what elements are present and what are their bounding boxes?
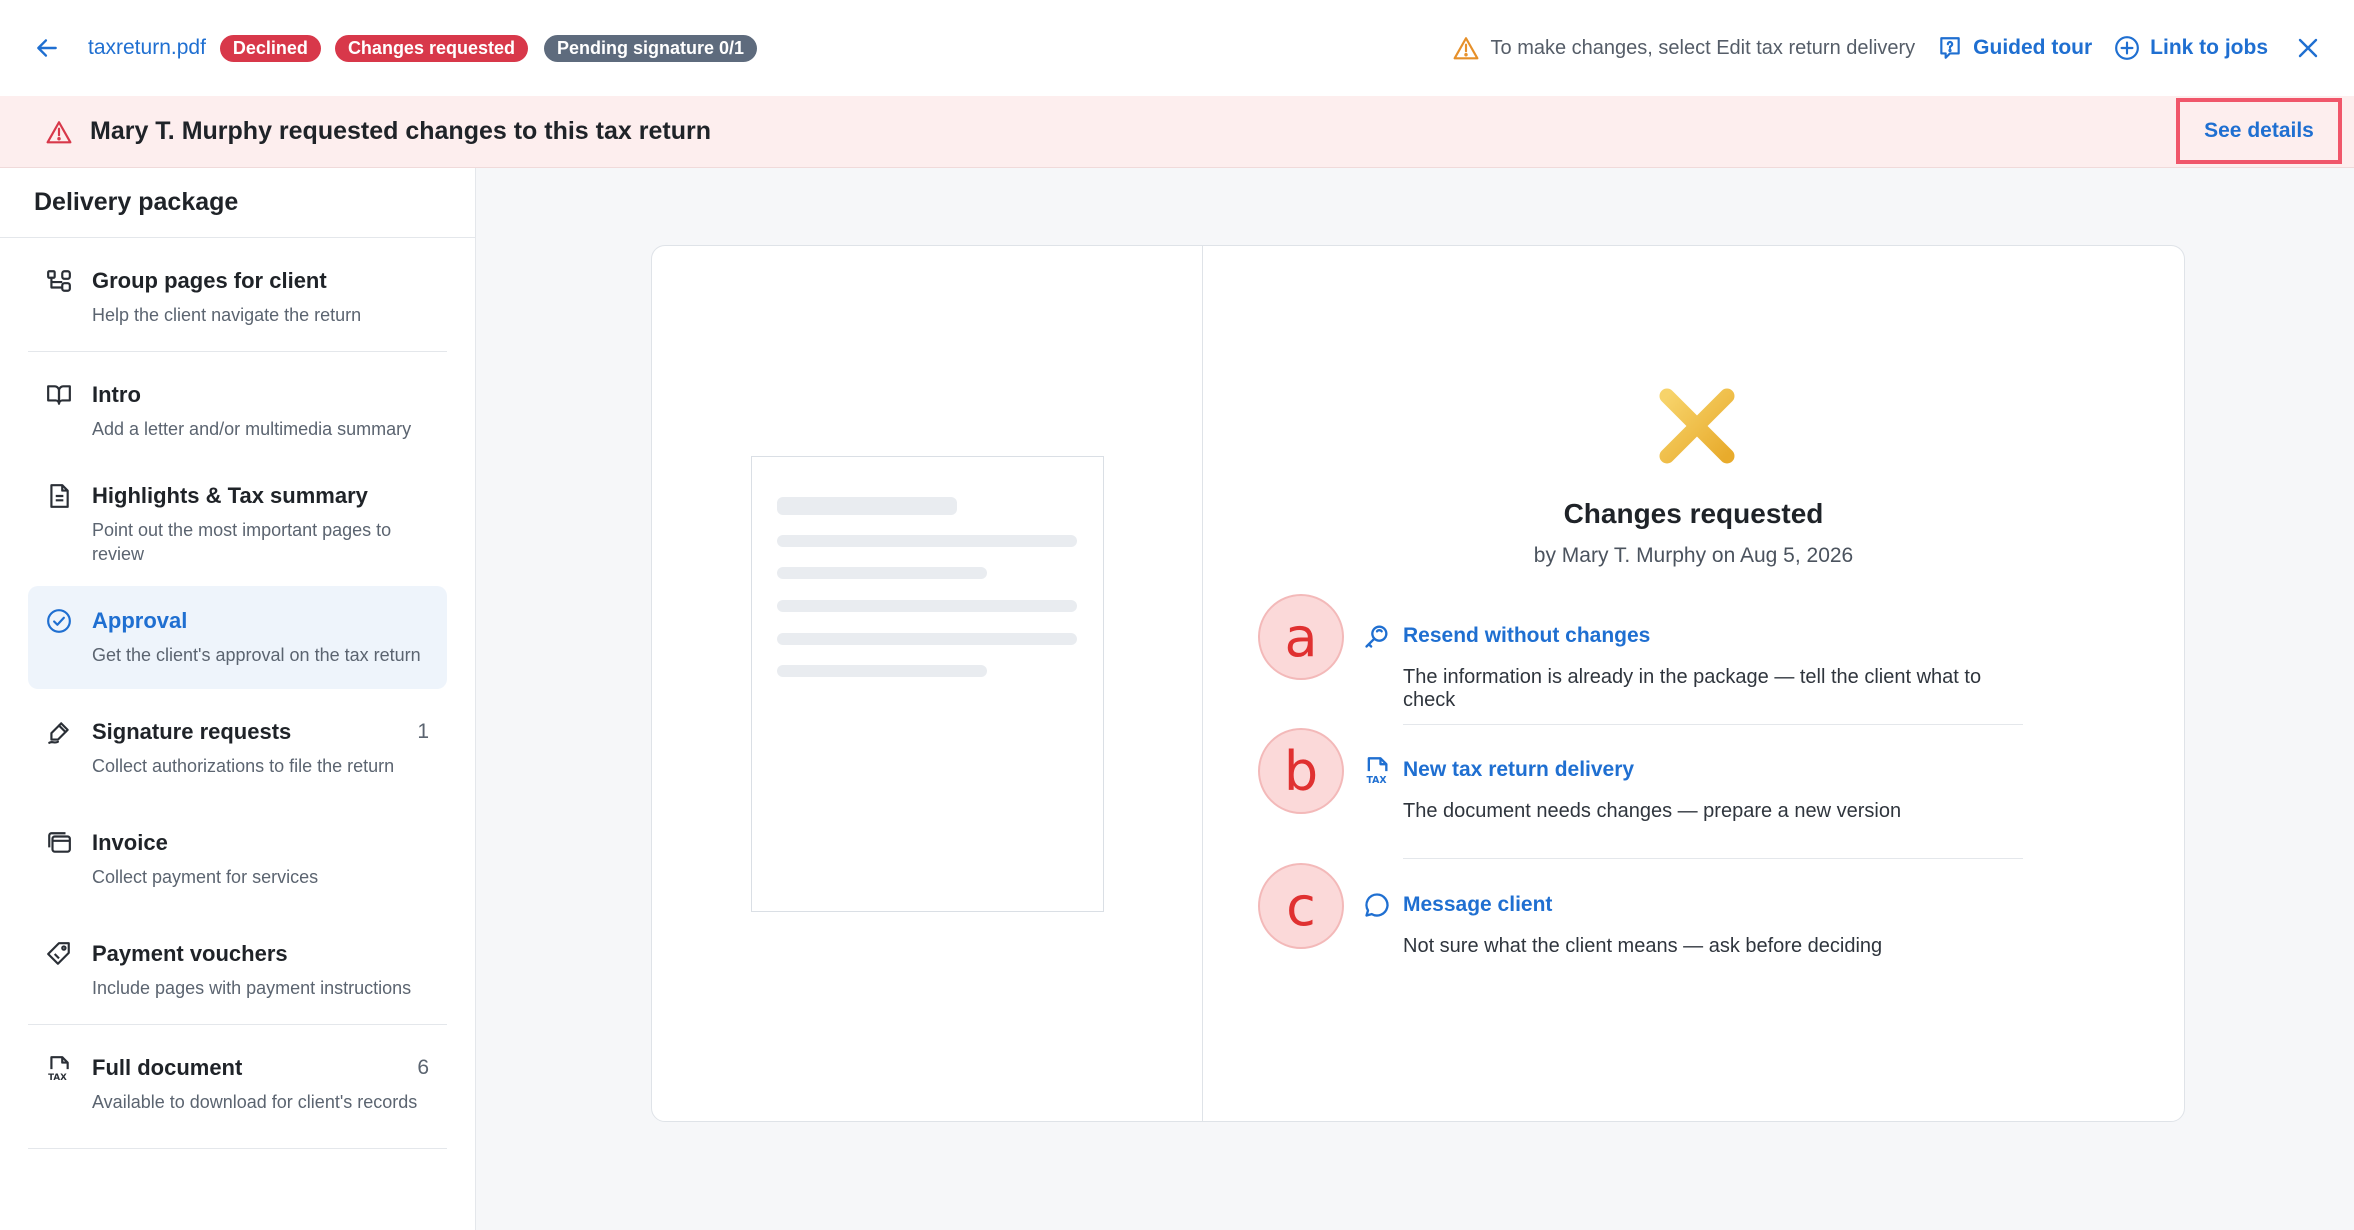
sidebar-item-label: Invoice [92,830,168,855]
approval-status-card: Changes requested by Mary T. Murphy on A… [651,245,2185,1122]
sidebar-item-desc: Add a letter and/or multimedia summary [92,419,412,439]
option-desc: Not sure what the client means — ask bef… [1403,935,1883,957]
edit-hint-text: To make changes, select Edit tax return … [1490,36,1916,59]
sidebar-item-desc: Get the client's approval on the tax ret… [92,645,421,665]
doc-placeholder-line [777,497,957,515]
option-desc: The information is already in the packag… [1403,666,1982,711]
sidebar-item-label: Group pages for client [92,268,327,293]
resend-key-icon [1363,622,1391,650]
sidebar-item-desc: Collect payment for services [92,867,319,887]
sidebar-item-label: Signature requests [92,719,292,744]
tax-document-icon: TAX [1363,756,1391,786]
guided-tour-icon [1940,37,1960,59]
status-pane: Changes requested by Mary T. Murphy on A… [1203,246,2184,1121]
link-to-jobs-button[interactable]: Link to jobs [2114,35,2268,61]
option-letter-a: a [1258,594,1344,680]
declined-x-icon [1657,386,1737,471]
edit-hint: To make changes, select Edit tax return … [1453,36,1916,60]
option-desc: The document needs changes — prepare a n… [1403,800,1902,822]
sidebar-item-invoice[interactable]: Invoice Collect payment for services [28,800,447,911]
plus-circle-icon [2115,36,2140,60]
warning-triangle-icon [1453,37,1478,60]
option-head: TAX New tax return delivery [1367,757,2023,786]
tax-document-icon: TAX [46,1055,72,1083]
status-title: Changes requested [1563,498,1824,529]
sidebar-item-desc: Collect authorizations to file the retur… [92,756,395,776]
doc-placeholder-line [777,633,1077,645]
sidebar-item-signature-requests[interactable]: Signature requests Collect authorization… [28,689,447,800]
sidebar-item-label: Full document [92,1055,243,1080]
doc-placeholder-line [777,600,1077,612]
chat-bubble-icon [1363,891,1391,919]
option-new-delivery[interactable]: TAX New tax return delivery The document… [1367,757,2023,823]
voucher-tag-icon [46,941,72,967]
banner-message: Mary T. Murphy requested changes to this… [90,117,711,145]
delivery-package-sidebar: Delivery package Group pages for client … [0,168,476,1230]
link-to-jobs-label: Link to jobs [2150,36,2268,59]
pending-signature-badge: Pending signature 0/1 [543,34,758,62]
svg-text:TAX: TAX [48,1073,67,1081]
open-book-icon [46,382,72,408]
option-head: Message client [1365,893,2023,917]
message-client-link[interactable]: Message client [1403,893,1552,917]
sidebar-item-desc: Help the client navigate the return [92,305,362,325]
guided-tour-button[interactable]: Guided tour [1937,35,2092,61]
option-resend[interactable]: Resend without changes The information i… [1365,624,2023,712]
document-preview-pane [652,246,1203,1121]
guided-tour-label: Guided tour [1973,36,2093,59]
see-details-button[interactable]: See details [2176,98,2342,164]
svg-text:TAX: TAX [1367,775,1387,784]
sidebar-item-full-document[interactable]: TAX Full document Available to download … [28,1025,447,1136]
top-bar-actions: To make changes, select Edit tax return … [1453,35,2320,61]
close-icon[interactable] [2296,36,2320,60]
option-letter-c: c [1258,863,1344,949]
option-letter-b: b [1258,728,1344,814]
signature-count: 1 [417,720,429,743]
new-tax-return-delivery-link[interactable]: New tax return delivery [1403,758,1634,782]
sidebar-item-intro[interactable]: Intro Add a letter and/or multimedia sum… [28,352,447,463]
full-document-count: 6 [417,1056,429,1079]
invoice-cards-icon [46,830,72,856]
sidebar-item-label: Payment vouchers [92,941,288,966]
check-circle-icon [46,608,72,634]
sidebar-item-payment-vouchers[interactable]: Payment vouchers Include pages with paym… [28,911,447,1024]
sidebar-item-desc: Point out the most important pages to re… [92,520,392,564]
sidebar-item-group-pages[interactable]: Group pages for client Help the client n… [28,248,447,351]
sidebar-divider [28,1148,447,1149]
sidebar-item-label: Approval [92,608,188,633]
top-bar: taxreturn.pdf Declined Changes requested… [0,0,2354,96]
doc-placeholder-line [777,535,1077,547]
option-head: Resend without changes [1365,624,2023,648]
sidebar-item-label: Intro [92,382,141,407]
alert-triangle-icon [46,120,72,143]
option-message-client[interactable]: Message client Not sure what the client … [1365,893,2023,958]
group-pages-icon [46,268,72,294]
sidebar-item-desc: Include pages with payment instructions [92,978,412,998]
back-arrow-icon[interactable] [34,35,60,61]
document-icon [46,483,72,509]
option-divider [1403,724,2023,725]
doc-placeholder-line [777,665,987,677]
option-divider [1403,858,2023,859]
sidebar-item-highlights[interactable]: Highlights & Tax summary Point out the m… [28,463,447,586]
declined-badge: Declined [219,34,321,62]
document-thumbnail[interactable] [751,456,1104,912]
changes-requested-banner: Mary T. Murphy requested changes to this… [0,96,2354,168]
resend-without-changes-link[interactable]: Resend without changes [1403,624,1650,648]
sidebar-item-approval[interactable]: Approval Get the client's approval on th… [28,586,447,689]
sidebar-title: Delivery package [0,168,475,238]
sidebar-item-desc: Available to download for client's recor… [92,1092,418,1112]
status-by-line: by Mary T. Murphy on Aug 5, 2026 [1533,544,1854,567]
changes-requested-badge: Changes requested [334,34,528,62]
sidebar-list: Group pages for client Help the client n… [0,248,475,1149]
sidebar-item-label: Highlights & Tax summary [92,483,368,508]
signature-pen-icon [46,719,72,745]
file-name-link[interactable]: taxreturn.pdf [88,36,206,60]
doc-placeholder-line [777,567,987,579]
